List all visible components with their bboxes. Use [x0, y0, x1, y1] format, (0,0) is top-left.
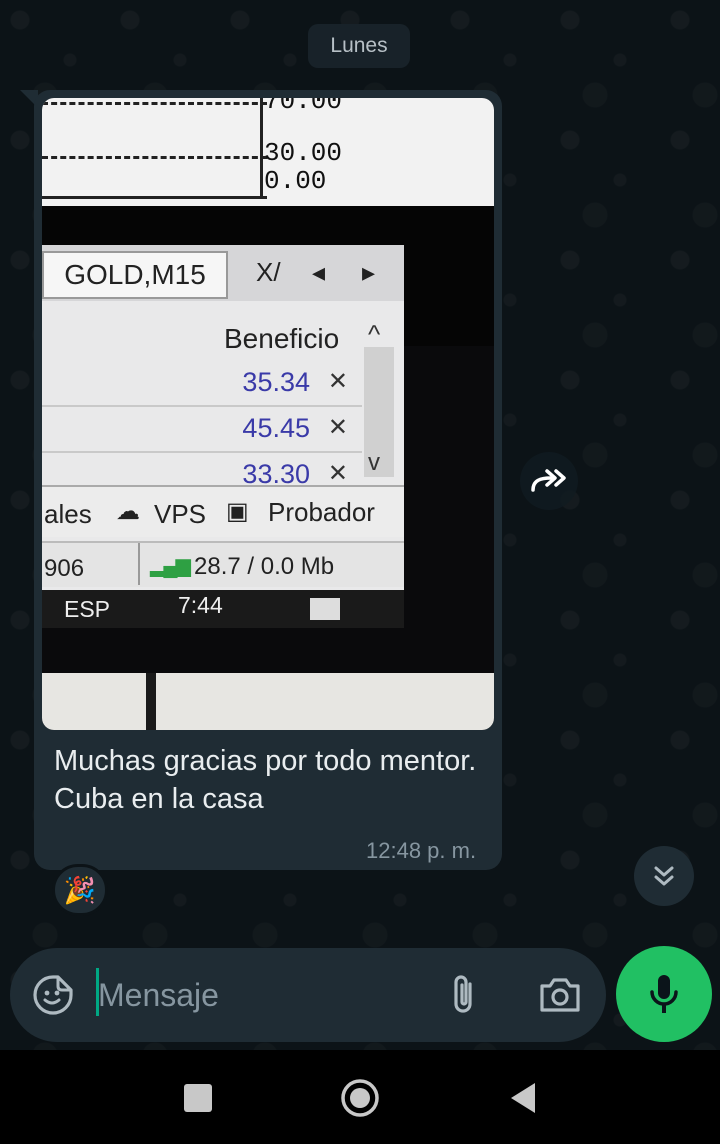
photo-chip-icon: ▣ [226, 498, 249, 525]
photo-tab-extra: X/ [256, 257, 281, 287]
photo-chevron-down-icon: v [368, 449, 380, 476]
scroll-down-button[interactable] [634, 846, 694, 906]
triangle-back-icon [511, 1083, 535, 1113]
photo-arrow-right-icon: ▸ [362, 257, 376, 287]
photo-column-header: Beneficio [224, 323, 340, 354]
microphone-button[interactable] [616, 946, 712, 1042]
photo-divider [138, 543, 140, 585]
reaction-emoji: 🎉 [63, 874, 97, 905]
photo-network-bar: 906 ▂▄▆ 28.7 / 0.0 Mb [42, 541, 404, 587]
emoji-button[interactable] [32, 974, 74, 1016]
photo-table-row: 35.34 ✕ [42, 363, 362, 407]
photo-tick: 70.00 [264, 98, 343, 116]
camera-icon [540, 978, 580, 1012]
home-button[interactable] [338, 1076, 382, 1120]
circle-icon [341, 1079, 379, 1117]
photo-dashed-line [42, 156, 267, 159]
photo-arrow-left-icon: ◂ [312, 257, 326, 287]
photo-chevron-up-icon: ^ [368, 319, 381, 349]
photo-close-icon: ✕ [327, 368, 348, 395]
square-icon [184, 1084, 212, 1112]
back-button[interactable] [500, 1076, 544, 1120]
photo-axis-line [260, 98, 263, 198]
date-chip-label: Lunes [330, 34, 388, 57]
message-photo[interactable]: 70.00 30.00 0.00 GOLD,M15 X/ ◂ ▸ Benefic… [42, 98, 494, 730]
photo-net-rate: 28.7 / 0.0 Mb [194, 553, 335, 580]
paperclip-icon [454, 975, 472, 1013]
microphone-icon [650, 975, 678, 1013]
photo-table-row: 45.45 ✕ [42, 409, 362, 453]
photo-taskbar-lang: ESP [64, 596, 111, 622]
photo-taskbar-time: 7:44 [178, 592, 223, 618]
message-composer [10, 948, 606, 1042]
photo-terminal-panel: GOLD,M15 X/ ◂ ▸ Beneficio ^ v 35.34 ✕ 45… [42, 245, 404, 628]
double-chevron-down-icon [654, 866, 674, 886]
camera-button[interactable] [536, 972, 584, 1018]
forward-button[interactable] [520, 452, 578, 510]
photo-tick: 30.00 [264, 138, 343, 168]
photo-taskbar: ESP 7:44 [42, 590, 404, 628]
message-time: 12:48 p. m. [366, 838, 477, 863]
photo-dashed-line [42, 102, 267, 105]
photo-status-bar: ales ☁ VPS ▣ Probador [42, 485, 404, 537]
photo-row-value: 35.34 [242, 367, 310, 397]
sticker-icon [33, 975, 73, 1015]
photo-signal-icon: ▂▄▆ [150, 555, 191, 577]
photo-notification-icon [310, 598, 340, 620]
forward-icon [531, 469, 566, 492]
photo-tab: GOLD,M15 [42, 251, 228, 299]
photo-monitor-stand [146, 673, 156, 730]
photo-net-left: 906 [44, 555, 85, 582]
photo-close-icon: ✕ [327, 460, 348, 487]
photo-row-value: 45.45 [242, 413, 310, 443]
photo-tab-label: GOLD,M15 [64, 259, 206, 290]
message-input[interactable] [98, 970, 428, 1020]
photo-desk [42, 673, 494, 730]
message-caption: Muchas gracias por todo mentor. Cuba en … [54, 745, 477, 815]
attach-button[interactable] [446, 972, 482, 1018]
photo-tabbar: GOLD,M15 X/ ◂ ▸ [42, 245, 404, 301]
photo-status-probador: Probador [268, 497, 375, 527]
photo-close-icon: ✕ [327, 414, 348, 441]
photo-base-line [42, 196, 267, 199]
photo-cloud-icon: ☁ [116, 498, 140, 525]
date-chip: Lunes [308, 24, 410, 68]
photo-status-vps: VPS [154, 499, 207, 529]
photo-status-left: ales [44, 499, 92, 529]
reaction-badge[interactable]: 🎉 [52, 864, 108, 916]
photo-tick: 0.00 [264, 166, 327, 196]
recents-button[interactable] [176, 1076, 220, 1120]
system-navigation-bar [0, 1050, 720, 1144]
